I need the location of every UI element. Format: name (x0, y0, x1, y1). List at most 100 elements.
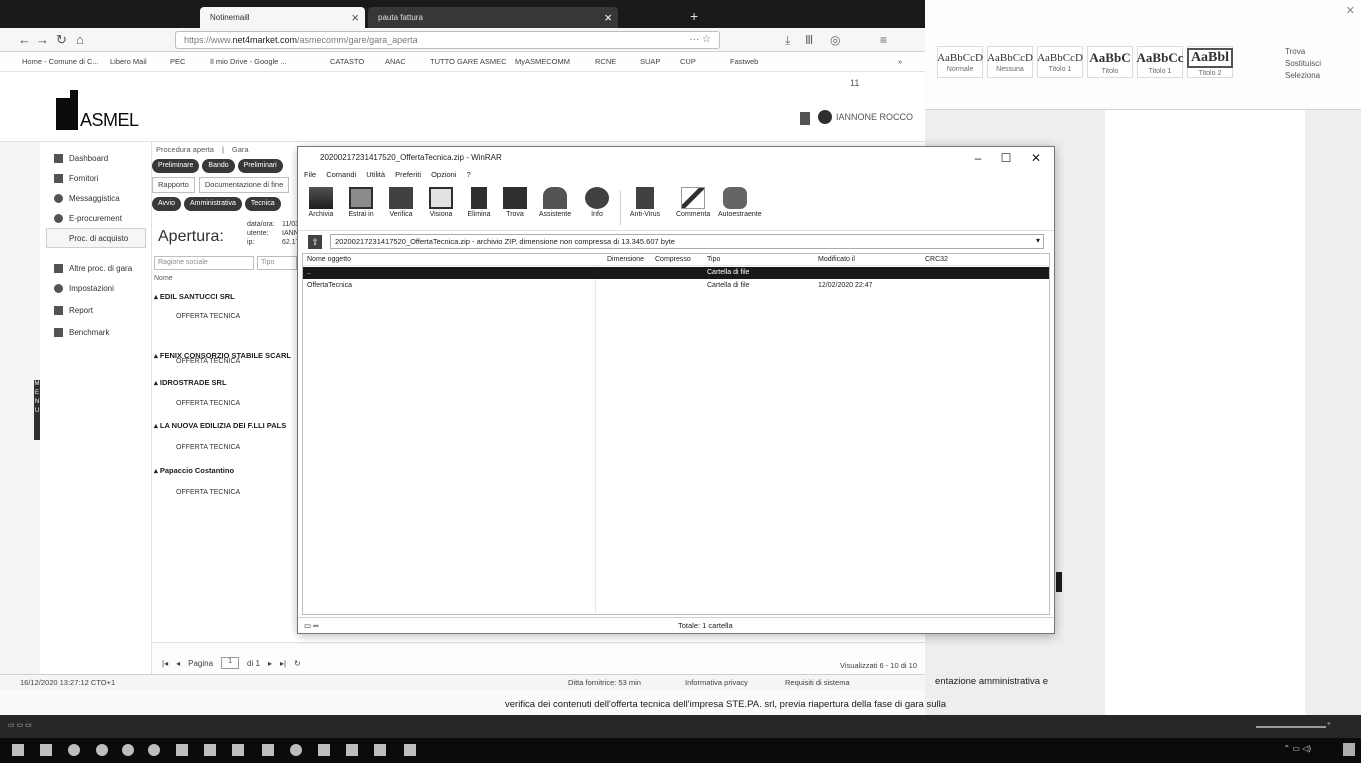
logo-text[interactable]: ASMEL (80, 110, 139, 131)
style-title[interactable]: AaBbC Titolo (1087, 46, 1133, 78)
mail-icon[interactable] (232, 744, 244, 756)
zoom-plus-icon[interactable]: + (1327, 721, 1331, 728)
breadcrumb-item[interactable]: Gara (232, 145, 249, 154)
privacy-link[interactable]: Informativa privacy (685, 678, 748, 687)
overflow-icon[interactable]: » (898, 57, 902, 66)
step-avvio[interactable]: Avvio (152, 197, 181, 211)
user-menu[interactable]: IANNONE ROCCO (818, 110, 913, 124)
home-icon[interactable]: ⌂ (76, 32, 84, 47)
book-icon[interactable] (800, 112, 810, 125)
offer-item[interactable]: OFFERTA TECNICA (176, 444, 240, 451)
col-packed[interactable]: Compresso (655, 256, 691, 263)
close-icon[interactable]: ✕ (1022, 149, 1050, 167)
sidebar-item-proc-acquisto[interactable]: Proc. di acquisto (46, 228, 146, 248)
table-row[interactable]: .. Cartella di file (303, 267, 1049, 279)
style-heading2[interactable]: AaBbl Titolo 2 (1186, 46, 1234, 78)
back-icon[interactable]: ← (18, 32, 31, 47)
step-tecnica[interactable]: Tecnica (244, 197, 281, 211)
bookmark-fastweb[interactable]: Fastweb (730, 57, 758, 66)
offer-item[interactable]: OFFERTA TECNICA (176, 358, 240, 365)
sfx-button[interactable]: Autoestraente (718, 187, 762, 229)
chrome-icon[interactable] (96, 744, 108, 756)
app-icon[interactable] (148, 744, 160, 756)
find-button[interactable]: Trova (498, 187, 532, 229)
firefox-icon[interactable] (290, 744, 302, 756)
app-icon[interactable] (204, 744, 216, 756)
test-button[interactable]: Verifica (384, 187, 418, 229)
offer-item[interactable]: OFFERTA TECNICA (176, 489, 240, 496)
url-field[interactable]: https://www.net4market.com/asmecomm/gare… (175, 31, 720, 49)
sync-icon[interactable]: ◎ (830, 33, 840, 47)
view-button[interactable]: Visiona (424, 187, 458, 229)
breadcrumb-item[interactable]: Procedura aperta (156, 145, 214, 154)
bookmark-libero[interactable]: Libero Mail (110, 57, 147, 66)
menu-preferiti[interactable]: Preferiti (395, 170, 421, 179)
bookmark-suap[interactable]: SUAP (640, 57, 660, 66)
menu-opzioni[interactable]: Opzioni (431, 170, 456, 179)
app-icon[interactable] (262, 744, 274, 756)
step-preliminari[interactable]: Preliminari (237, 159, 283, 173)
up-folder-icon[interactable]: ⇧ (308, 235, 322, 249)
col-name[interactable]: Nome oggetto (307, 256, 351, 263)
library-icon[interactable]: Ⅲ (805, 33, 813, 47)
company-row[interactable]: ▴ LA NUOVA EDILIZIA DEI F.LLI PALS (154, 421, 286, 430)
bookmark-pec[interactable]: PEC (170, 57, 185, 66)
tab-rapporto[interactable]: Rapporto (152, 177, 195, 193)
step-amministrativa[interactable]: Amministrativa (184, 197, 242, 211)
bookmark-tutto-gare[interactable]: TUTTO GARE ASMEC (430, 57, 507, 66)
antivirus-button[interactable]: Anti-Virus (628, 187, 662, 229)
notification-icon[interactable] (1343, 743, 1355, 756)
bookmark-cup[interactable]: CUP (680, 57, 696, 66)
comment-button[interactable]: Commenta (676, 187, 710, 229)
style-heading1b[interactable]: AaBbCc Titolo 1 (1137, 46, 1183, 78)
close-icon[interactable]: ✕ (1346, 4, 1355, 17)
tab-second[interactable]: pauta fattura × (368, 7, 618, 28)
company-row[interactable]: ▴ Papaccio Costantino (154, 466, 234, 475)
col-modified[interactable]: Modificato il (818, 256, 855, 263)
menu-comandi[interactable]: Comandi (326, 170, 356, 179)
menu-file[interactable]: File (304, 170, 316, 179)
start-icon[interactable] (12, 744, 24, 756)
chevron-down-icon[interactable]: ▾ (1036, 236, 1040, 245)
winrar-taskbar-icon[interactable] (374, 744, 386, 756)
style-normal[interactable]: AaBbCcD Normale (937, 46, 983, 78)
new-tab-icon[interactable]: + (690, 8, 698, 24)
forward-icon[interactable]: → (36, 32, 49, 47)
page-number-input[interactable]: 1 (221, 657, 240, 669)
bookmark-home[interactable]: Home - Comune di C... (22, 57, 99, 66)
app-icon[interactable] (318, 744, 330, 756)
wizard-button[interactable]: Assistente (538, 187, 572, 229)
sidebar-item-messaggistica[interactable]: Messaggistica (40, 188, 152, 208)
path-field[interactable]: 20200217231417520_OffertaTecnica.zip - a… (330, 234, 1044, 249)
col-type[interactable]: Tipo (707, 256, 720, 263)
bookmark-drive[interactable]: Il mio Drive - Google ... (210, 57, 287, 66)
sidebar-item-impostazioni[interactable]: Impostazioni (40, 278, 152, 298)
close-icon[interactable]: × (604, 10, 612, 25)
tab-active[interactable]: Notinemaill × (200, 7, 365, 28)
word-icon[interactable] (346, 744, 358, 756)
close-icon[interactable]: × (351, 10, 359, 25)
info-button[interactable]: Info (580, 187, 614, 229)
maximize-icon[interactable]: ☐ (992, 149, 1020, 167)
step-bando[interactable]: Bando (202, 159, 235, 173)
bookmark-anac[interactable]: ANAC (385, 57, 406, 66)
sidebar-item-altre-proc[interactable]: Altre proc. di gara (40, 258, 152, 278)
downloads-icon[interactable]: ⤓ (785, 33, 790, 48)
extract-button[interactable]: Estrai in (344, 187, 378, 229)
sidebar-item-benchmark[interactable]: Benchmark (40, 322, 152, 342)
tab-documentazione[interactable]: Documentazione di fine (198, 177, 290, 193)
store-icon[interactable] (176, 744, 188, 756)
sidebar-item-report[interactable]: Report (40, 300, 152, 320)
menu-utilita[interactable]: Utilità (366, 170, 385, 179)
refresh-icon[interactable]: ↻ (294, 659, 301, 668)
bookmark-star-icon[interactable]: ··· ☆ (689, 34, 711, 45)
delete-button[interactable]: Elimina (462, 187, 496, 229)
table-row[interactable]: OffertaTecnica Cartella di file 12/02/20… (303, 280, 1049, 292)
last-page-icon[interactable]: ▸| (280, 659, 286, 668)
replace-button[interactable]: Sostituisci (1285, 58, 1321, 70)
add-button[interactable]: Archivia (304, 187, 338, 229)
sidebar-item-fornitori[interactable]: Fornitori (40, 168, 152, 188)
minimize-icon[interactable]: – (964, 149, 992, 167)
menu-icon[interactable]: ≡ (880, 33, 887, 47)
first-page-icon[interactable]: |◂ (162, 659, 168, 668)
